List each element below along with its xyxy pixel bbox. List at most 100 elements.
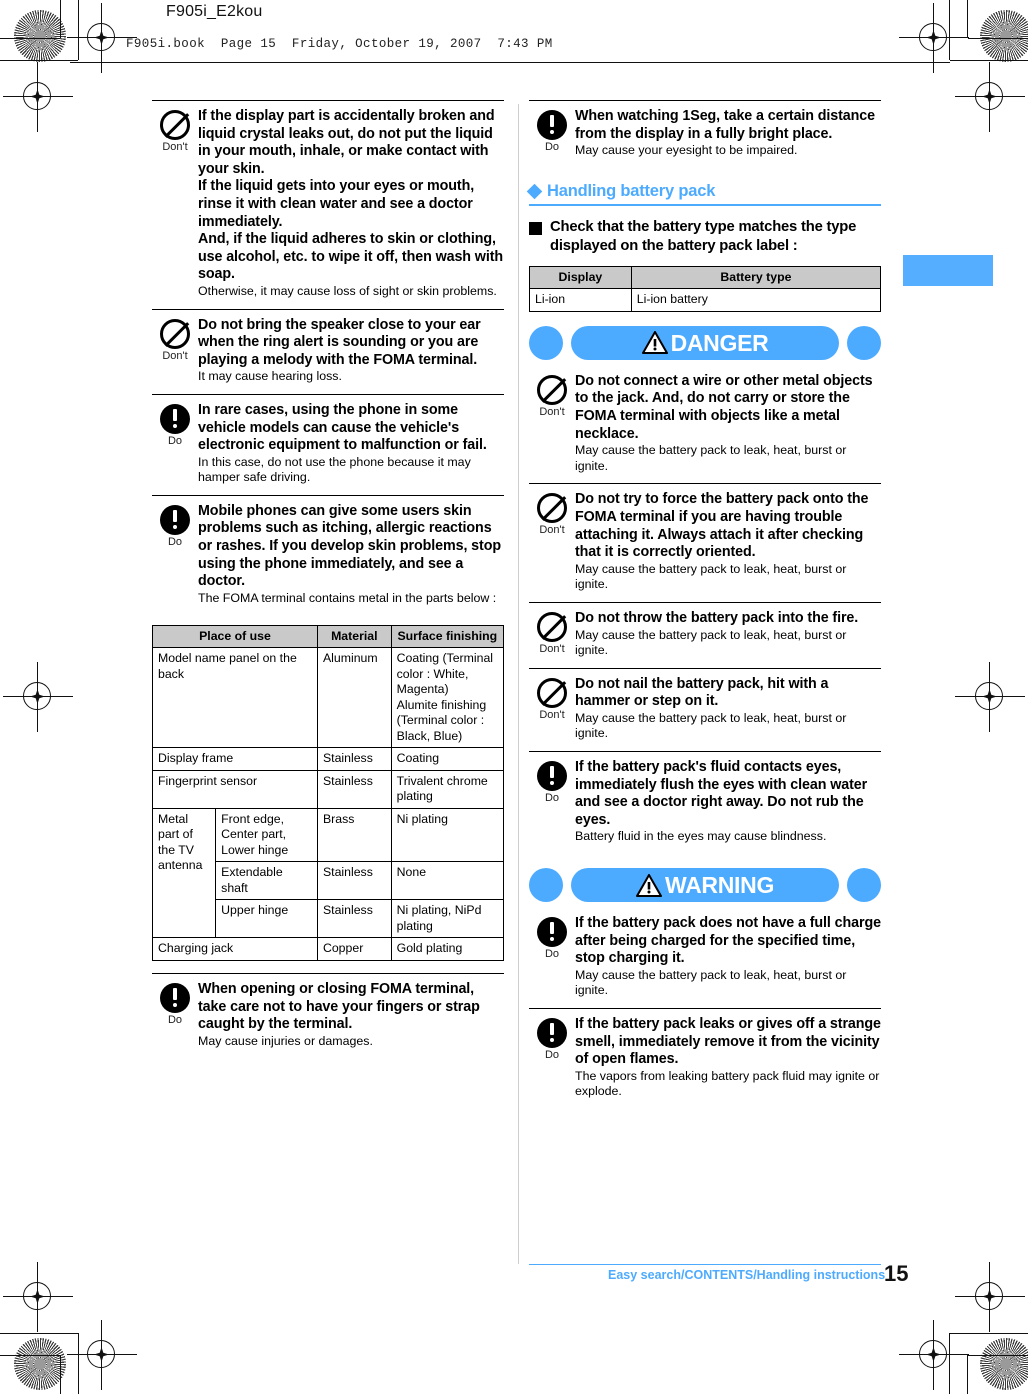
sub-heading-label: Check that the battery type matches the …: [550, 219, 857, 255]
icon-column: Do: [152, 402, 198, 447]
crop-line-top-left-v2: [78, 0, 79, 60]
danger-banner: DANGER: [529, 325, 881, 360]
icon-caption: Do: [167, 1013, 183, 1026]
caution-block: Do Mobile phones can give some users ski…: [152, 496, 504, 616]
registration-sunburst-top-right: [980, 10, 1028, 62]
cell-finish: Ni plating, NiPd plating: [390, 899, 505, 939]
registration-crosshair-bottom-left-2: [67, 1320, 137, 1390]
document-title: F905i_E2kou: [166, 3, 263, 20]
do-icon: [160, 403, 190, 434]
icon-caption: Don't: [539, 708, 565, 721]
banner-label: WARNING: [664, 872, 775, 899]
caution-lead: Do not bring the speaker close to your e…: [198, 316, 481, 368]
crop-line-top-right-v2: [949, 0, 950, 60]
text-column: If the battery pack's fluid contacts eye…: [575, 759, 881, 845]
icon-caption: Do: [544, 141, 560, 153]
caution-block: Don't Do not throw the battery pack into…: [529, 603, 881, 668]
crop-line-top-left-h2: [0, 38, 60, 39]
banner-cap-left: [529, 325, 563, 360]
battery-type-table: Display Battery type Li-ion Li-ion batte…: [529, 266, 882, 312]
text-column: If the display part is accidentally brok…: [198, 108, 504, 300]
cell-place: Fingerprint sensor: [152, 769, 318, 809]
caution-lead: If the battery pack does not have a full…: [575, 915, 881, 967]
text-column: Do not try to force the battery pack ont…: [575, 491, 881, 593]
caution-lead: Do not throw the battery pack into the f…: [575, 609, 859, 626]
section-heading-underline: [529, 203, 881, 207]
text-column: Do not connect a wire or other metal obj…: [575, 373, 881, 475]
icon-column: Don't: [529, 373, 575, 418]
dont-icon: [160, 110, 190, 140]
cell-place: Display frame: [152, 747, 318, 771]
column-header-material: Material: [316, 625, 392, 649]
table-row: Li-ion Li-ion battery: [529, 288, 882, 312]
caution-lead: If the liquid gets into your eyes or mou…: [198, 178, 475, 230]
icon-column: Do: [529, 1016, 575, 1061]
icon-caption: Do: [544, 948, 560, 961]
caution-sub: May cause the battery pack to leak, heat…: [575, 561, 847, 592]
caution-lead: Mobile phones can give some users skin p…: [198, 502, 501, 590]
column-header-display: Display: [529, 266, 632, 290]
caution-block: Don't If the display part is accidentall…: [152, 101, 504, 309]
caution-sub: May cause the battery pack to leak, heat…: [575, 710, 847, 741]
section-heading-label: Handling battery pack: [547, 181, 716, 200]
cell-display: Li-ion: [529, 288, 632, 312]
banner-cap-right: [847, 325, 881, 360]
caution-sub: May cause injuries or damages.: [198, 1033, 373, 1048]
text-column: In rare cases, using the phone in some v…: [198, 402, 504, 486]
dont-icon: [537, 493, 567, 524]
do-icon: [537, 110, 567, 140]
text-column: If the battery pack leaks or gives off a…: [575, 1016, 881, 1100]
text-column: Do not nail the battery pack, hit with a…: [575, 676, 881, 742]
dont-icon: [537, 374, 567, 405]
icon-caption: Do: [544, 792, 560, 805]
cell-material: Stainless: [316, 861, 392, 901]
column-header-finish: Surface finishing: [390, 625, 505, 649]
registration-sunburst-bottom-left: [14, 1338, 66, 1390]
icon-caption: Don't: [539, 524, 565, 537]
warning-triangle-icon: [635, 873, 662, 897]
icon-column: Don't: [529, 610, 575, 655]
icon-column: Do: [529, 108, 575, 153]
text-column: Mobile phones can give some users skin p…: [198, 503, 504, 607]
text-column: When watching 1Seg, take a certain dista…: [575, 108, 881, 159]
crop-line-bottom-right-v2: [949, 1333, 950, 1394]
cell-place: Model name panel on the back: [152, 647, 318, 749]
icon-caption: Don't: [539, 642, 565, 655]
table-row: Charging jack Copper Gold plating: [152, 937, 505, 961]
caution-block: Don't Do not bring the speaker close to …: [152, 310, 504, 394]
right-column: Do When watching 1Seg, take a certain di…: [526, 100, 882, 1109]
cell-place-group: Metal part of the TV antenna: [151, 807, 217, 939]
registration-crosshair-bottom-right: [955, 1262, 1025, 1332]
icon-caption: Do: [544, 1049, 560, 1061]
registration-crosshair-bottom-left: [3, 1262, 73, 1332]
cell-finish: Coating (Terminal color : White, Magenta…: [390, 647, 505, 749]
book-print-header: F905i.book Page 15 Friday, October 19, 2…: [126, 37, 553, 51]
caution-sub: May cause the battery pack to leak, heat…: [575, 967, 847, 998]
cell-finish: Coating: [390, 747, 505, 771]
text-column: If the battery pack does not have a full…: [575, 915, 881, 999]
crop-line-top-left-h: [0, 60, 78, 61]
cell-material: Stainless: [316, 899, 392, 939]
crop-line-bottom-left-v2: [78, 1333, 79, 1394]
table-row: Display frame Stainless Coating: [152, 747, 505, 771]
banner-cap-right: [847, 868, 881, 903]
caution-sub: In this case, do not use the phone becau…: [198, 454, 471, 485]
crop-line-top-left-v: [60, 0, 61, 38]
crop-line-bottom-right-h: [950, 1333, 1028, 1334]
icon-caption: Do: [167, 535, 183, 548]
registration-sunburst-bottom-right: [980, 1338, 1028, 1390]
icon-column: Do: [152, 503, 198, 548]
caution-lead: If the battery pack's fluid contacts eye…: [575, 759, 868, 828]
do-icon: [160, 982, 190, 1013]
metal-parts-table: Place of use Material Surface finishing …: [151, 625, 505, 961]
do-icon: [537, 761, 567, 792]
cell-place-part: Upper hinge: [215, 899, 318, 939]
column-divider: [518, 104, 519, 1264]
diamond-bullet-icon: [526, 183, 543, 200]
page-number: 15: [884, 1261, 909, 1286]
dont-icon: [160, 318, 190, 349]
caution-lead: When watching 1Seg, take a certain dista…: [575, 108, 875, 142]
caution-block: Do If the battery pack's fluid contacts …: [529, 752, 881, 854]
table-header-row: Display Battery type: [529, 266, 882, 290]
cell-material: Stainless: [316, 747, 392, 771]
